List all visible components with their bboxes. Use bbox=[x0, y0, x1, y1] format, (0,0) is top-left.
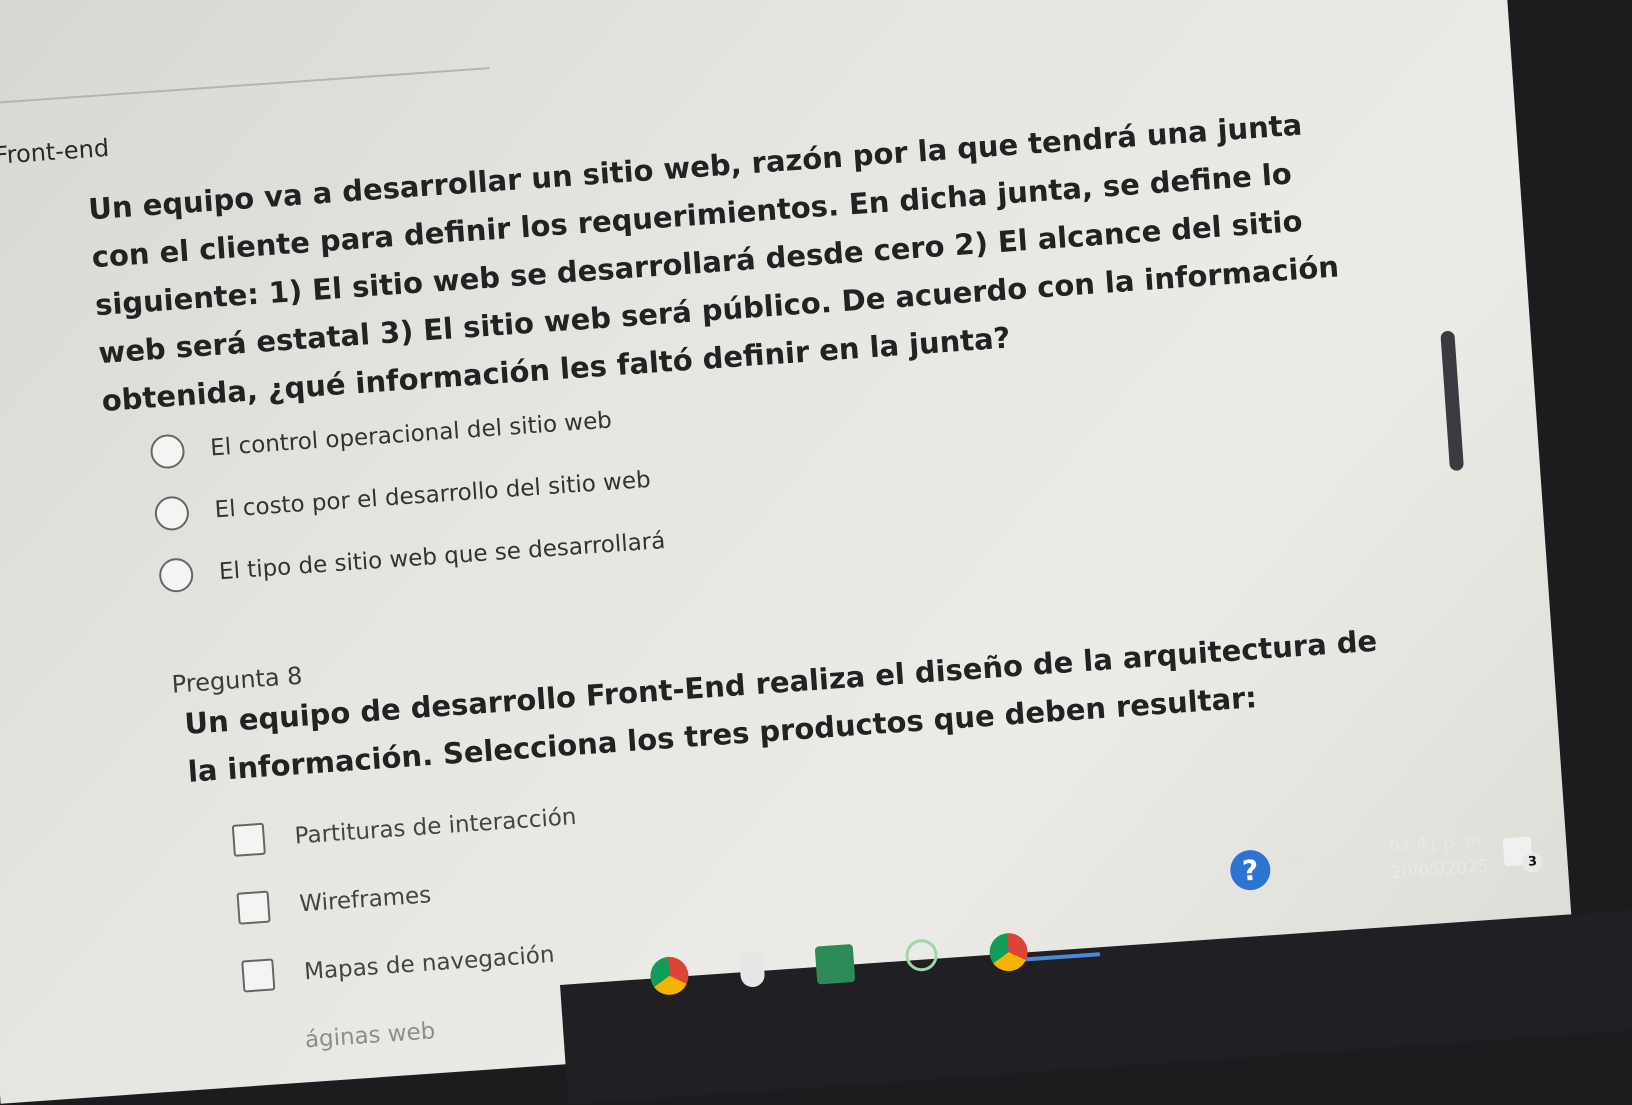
whatsapp-icon[interactable] bbox=[904, 938, 939, 973]
classroom-icon[interactable] bbox=[814, 943, 856, 985]
question-8-text: Un equipo de desarrollo Front-End realiz… bbox=[183, 623, 1379, 789]
chevron-up-icon[interactable]: ^ bbox=[1285, 854, 1305, 880]
option-label: Mapas de navegación bbox=[303, 941, 556, 986]
pen-icon[interactable]: ✎ bbox=[1355, 849, 1375, 875]
chrome-profile-icon[interactable] bbox=[988, 931, 1029, 973]
clock[interactable]: 04:41 p. m. 20/05/2025 bbox=[1388, 828, 1489, 887]
option-label: Wireframes bbox=[298, 882, 432, 918]
checkbox[interactable] bbox=[241, 958, 276, 993]
question-7-options: El control operacional del sitio web El … bbox=[148, 386, 667, 607]
mouse-icon[interactable] bbox=[738, 950, 766, 988]
question-7-text: Un equipo va a desarrollar un sitio web,… bbox=[87, 107, 1340, 418]
radio-button[interactable] bbox=[158, 557, 195, 594]
radio-button[interactable] bbox=[153, 495, 191, 532]
section-header: or Front-end bbox=[0, 133, 110, 172]
question-8-options: Partituras de interacción Wireframes Map… bbox=[230, 783, 592, 1078]
checkbox[interactable] bbox=[236, 890, 271, 925]
option-label: El tipo de sitio web que se desarrollará bbox=[218, 528, 667, 586]
chrome-icon[interactable] bbox=[649, 955, 690, 997]
divider bbox=[0, 67, 490, 109]
wifi-icon[interactable]: ◔ bbox=[1320, 851, 1341, 877]
notification-icon[interactable]: 3 bbox=[1502, 836, 1544, 874]
scrollbar-thumb[interactable] bbox=[1440, 330, 1465, 472]
checkbox[interactable] bbox=[231, 822, 266, 857]
help-icon[interactable]: ? bbox=[1228, 848, 1272, 892]
option-label: Partituras de interacción bbox=[293, 803, 578, 850]
radio-button[interactable] bbox=[149, 433, 186, 470]
option-label: El control operacional del sitio web bbox=[209, 407, 613, 462]
